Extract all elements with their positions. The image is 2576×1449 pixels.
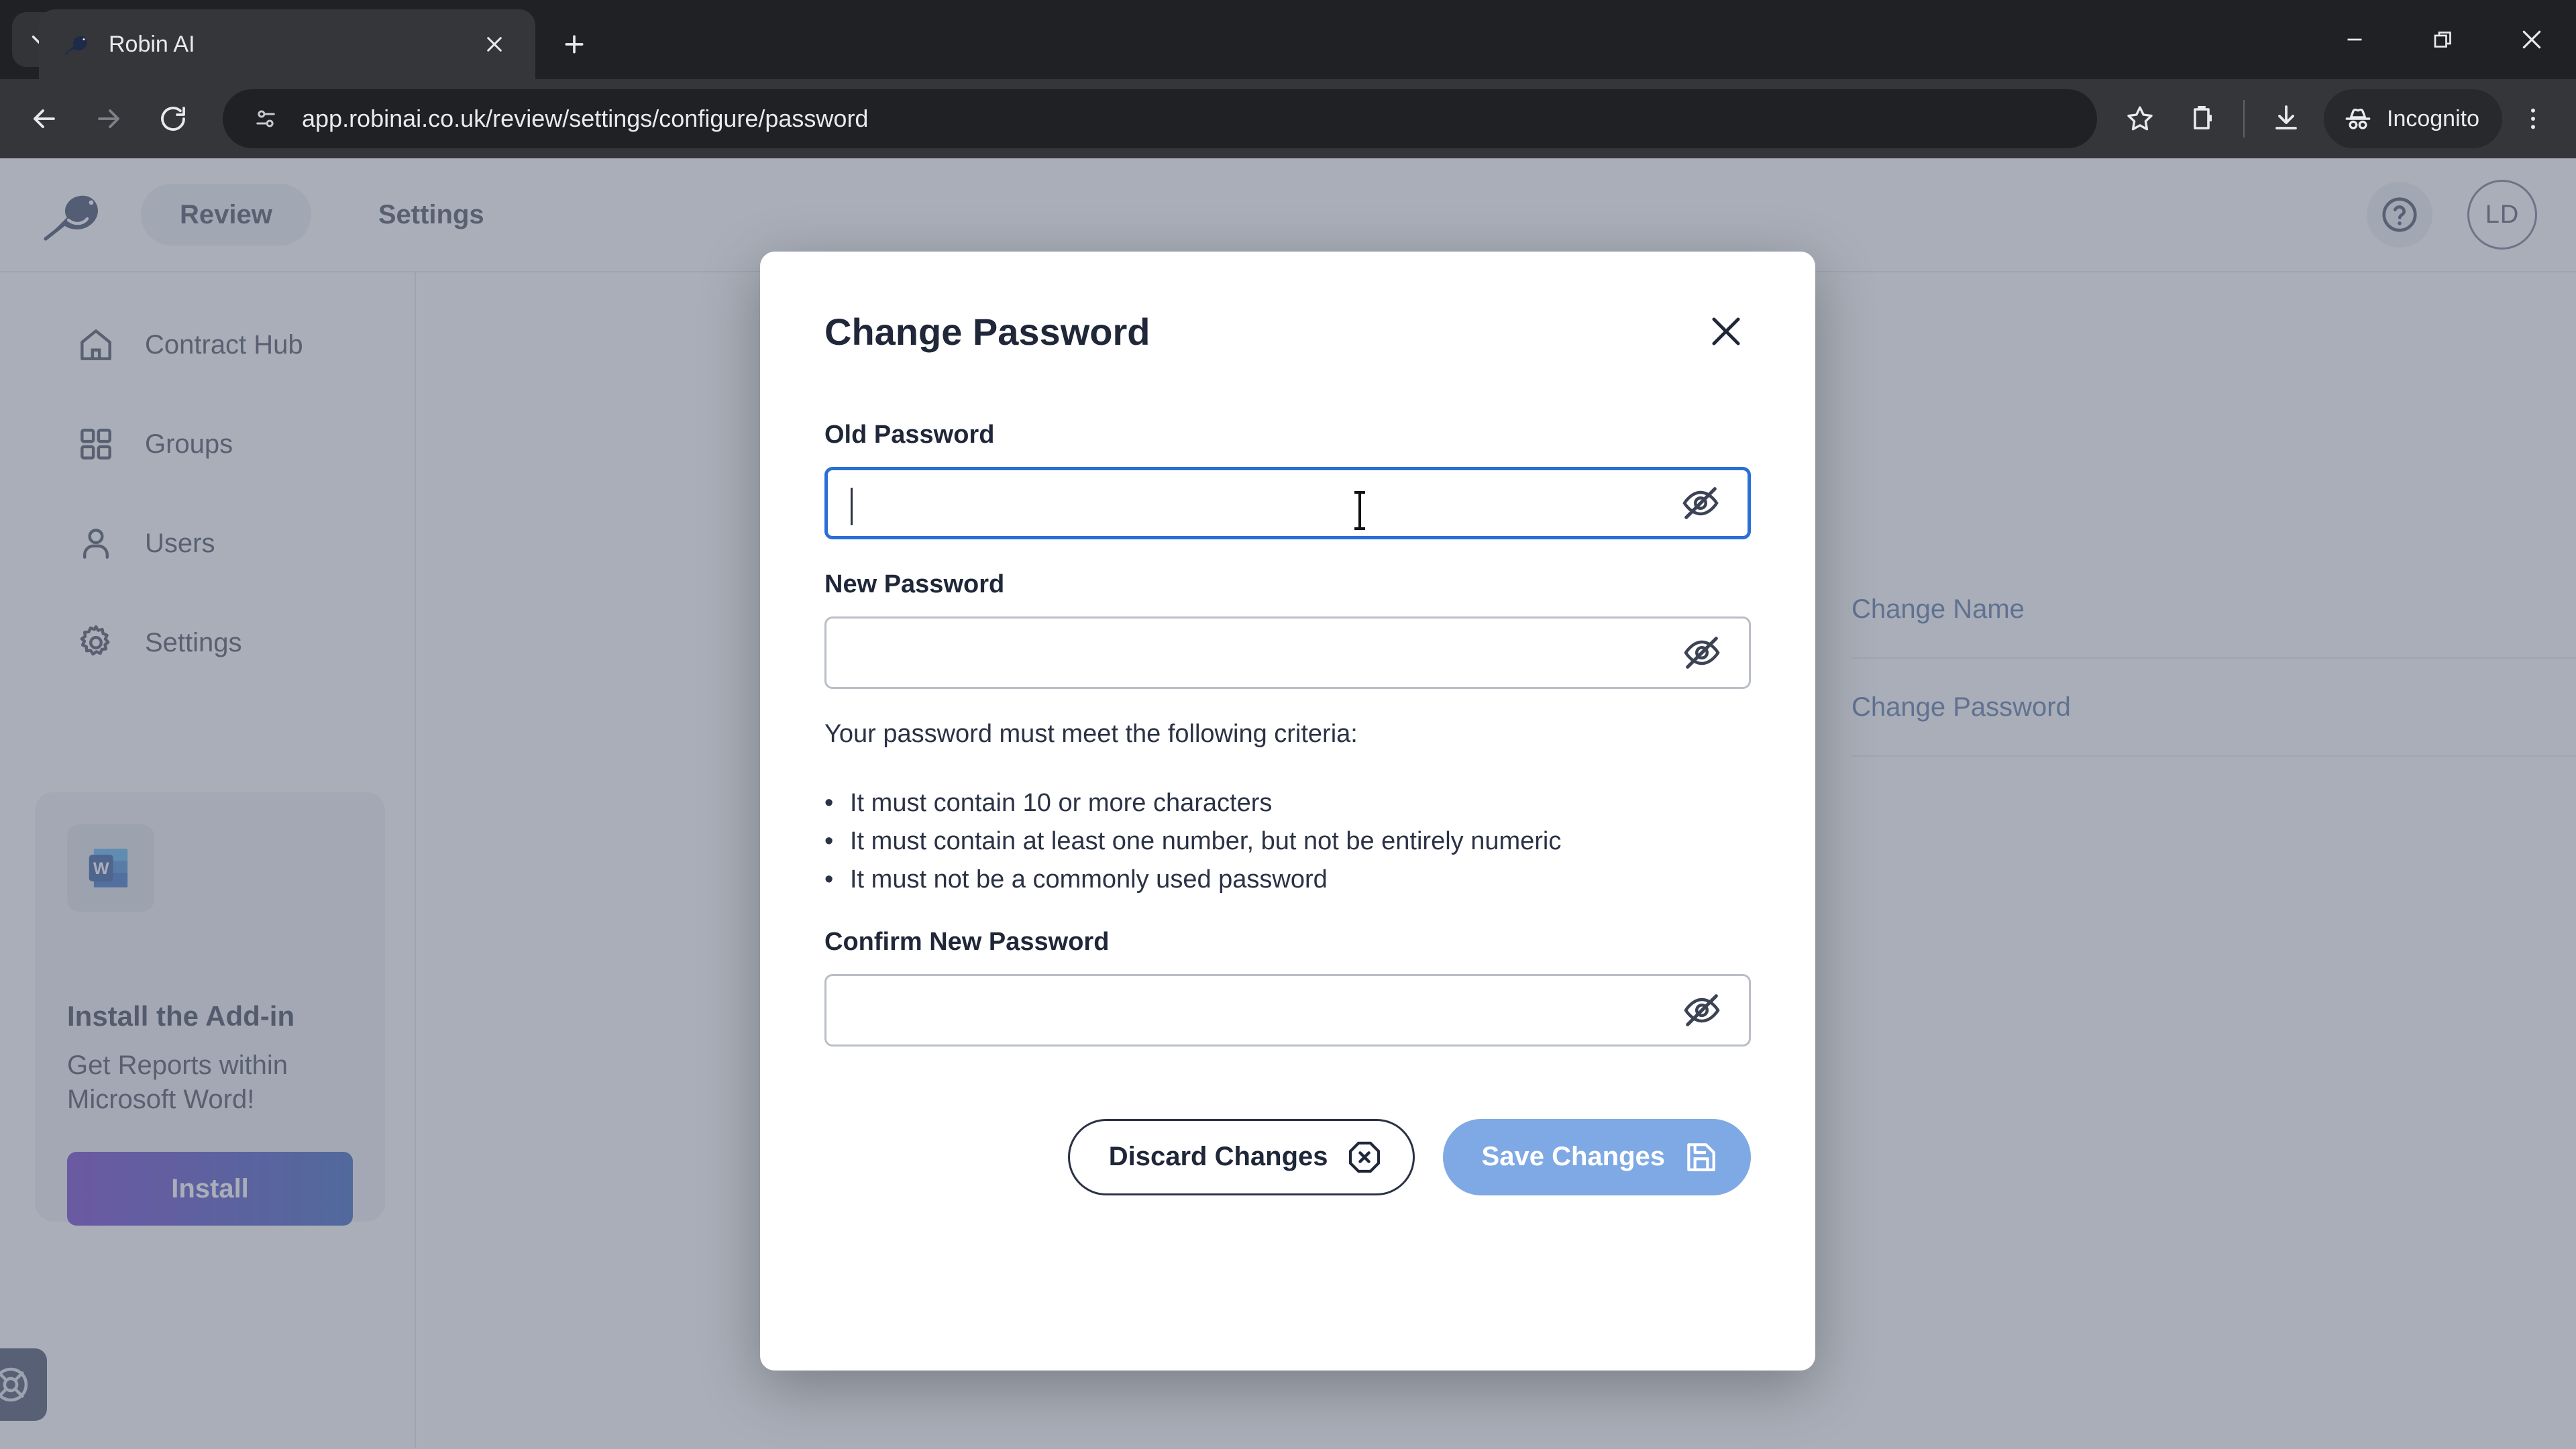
- close-icon: [487, 37, 502, 52]
- eye-off-icon[interactable]: [1679, 482, 1722, 525]
- eye-off-icon[interactable]: [1680, 989, 1723, 1032]
- text-caret: [851, 488, 853, 525]
- window-close-button[interactable]: [2487, 0, 2576, 79]
- back-button[interactable]: [12, 87, 76, 151]
- toolbar-divider: [2243, 100, 2245, 138]
- tab-title: Robin AI: [109, 31, 195, 57]
- minimize-icon: [2347, 38, 2362, 41]
- criteria-intro: Your password must meet the following cr…: [824, 720, 1358, 748]
- bullet-glyph: •: [824, 789, 834, 817]
- browser-tab[interactable]: Robin AI: [39, 9, 535, 79]
- three-dots-vertical-icon: [2531, 108, 2535, 129]
- old-password-input[interactable]: [824, 467, 1751, 539]
- bookmark-button[interactable]: [2109, 88, 2171, 150]
- confirm-password-input[interactable]: [824, 973, 1751, 1046]
- save-changes-button[interactable]: Save Changes: [1442, 1118, 1751, 1195]
- window-minimize-button[interactable]: [2310, 0, 2399, 79]
- robin-bird-favicon: [64, 36, 87, 55]
- address-bar-url: app.robinai.co.uk/review/settings/config…: [302, 105, 869, 132]
- modal-header: Change Password: [824, 252, 1751, 356]
- new-password-input[interactable]: [824, 616, 1751, 689]
- octagon-x-icon: [1348, 1141, 1380, 1173]
- discard-changes-button[interactable]: Discard Changes: [1067, 1118, 1415, 1195]
- eye-off-icon[interactable]: [1680, 631, 1723, 674]
- back-arrow-icon: [34, 109, 55, 128]
- site-settings-icon: [256, 110, 275, 127]
- criteria-item: • It must contain at least one number, b…: [824, 824, 1751, 859]
- extensions-icon: [2194, 106, 2212, 129]
- new-password-label: New Password: [824, 570, 1005, 598]
- modal-close-button[interactable]: [1701, 307, 1751, 356]
- modal-title: Change Password: [824, 310, 1150, 353]
- old-password-label: Old Password: [824, 421, 995, 449]
- criteria-text: It must contain at least one number, but…: [850, 826, 1562, 855]
- criteria-text: It must contain 10 or more characters: [850, 789, 1273, 817]
- criteria-list: • It must contain 10 or more characters …: [824, 786, 1751, 897]
- save-floppy-icon: [1687, 1142, 1715, 1171]
- close-icon: [2522, 30, 2541, 49]
- close-icon: [1712, 317, 1740, 345]
- criteria-item: • It must not be a commonly used passwor…: [824, 863, 1751, 897]
- reload-button[interactable]: [141, 87, 205, 151]
- discard-changes-label: Discard Changes: [1108, 1142, 1328, 1172]
- window-controls: [2310, 0, 2576, 79]
- star-icon: [2127, 106, 2153, 131]
- text-ibeam-cursor: [1354, 491, 1365, 530]
- modal-footer: Discard Changes Save Changes: [824, 1118, 1751, 1195]
- address-bar[interactable]: app.robinai.co.uk/review/settings/config…: [223, 89, 2097, 148]
- criteria-item: • It must contain 10 or more characters: [824, 786, 1751, 820]
- browser-toolbar: app.robinai.co.uk/review/settings/config…: [0, 79, 2576, 158]
- incognito-label: Incognito: [2387, 105, 2479, 131]
- incognito-hat-icon: [2345, 108, 2371, 129]
- extensions-button[interactable]: [2171, 88, 2233, 150]
- screen: Robin AI app.robinai.co.uk/review/settin…: [0, 0, 2576, 1449]
- confirm-password-label: Confirm New Password: [824, 927, 1110, 956]
- restore-icon: [2434, 32, 2451, 48]
- new-tab-button[interactable]: [550, 20, 598, 68]
- toolbar-actions: Incognito: [2109, 88, 2576, 150]
- bullet-glyph: •: [824, 865, 834, 894]
- criteria-text: It must not be a commonly used password: [850, 865, 1328, 894]
- bullet-glyph: •: [824, 826, 834, 855]
- site-settings-button[interactable]: [240, 93, 291, 144]
- incognito-indicator[interactable]: Incognito: [2324, 89, 2502, 148]
- downloads-button[interactable]: [2255, 88, 2317, 150]
- reload-icon: [161, 107, 185, 131]
- forward-arrow-icon: [98, 109, 119, 128]
- browser-menu-button[interactable]: [2502, 88, 2564, 150]
- change-password-modal: Change Password Old Password New Passwor…: [760, 252, 1815, 1371]
- forward-button[interactable]: [76, 87, 141, 151]
- download-icon: [2275, 105, 2297, 129]
- browser-tabstrip: Robin AI: [0, 0, 2576, 79]
- plus-icon: [565, 35, 584, 54]
- window-restore-button[interactable]: [2399, 0, 2487, 79]
- save-changes-label: Save Changes: [1481, 1142, 1665, 1172]
- tab-close-button[interactable]: [476, 26, 513, 62]
